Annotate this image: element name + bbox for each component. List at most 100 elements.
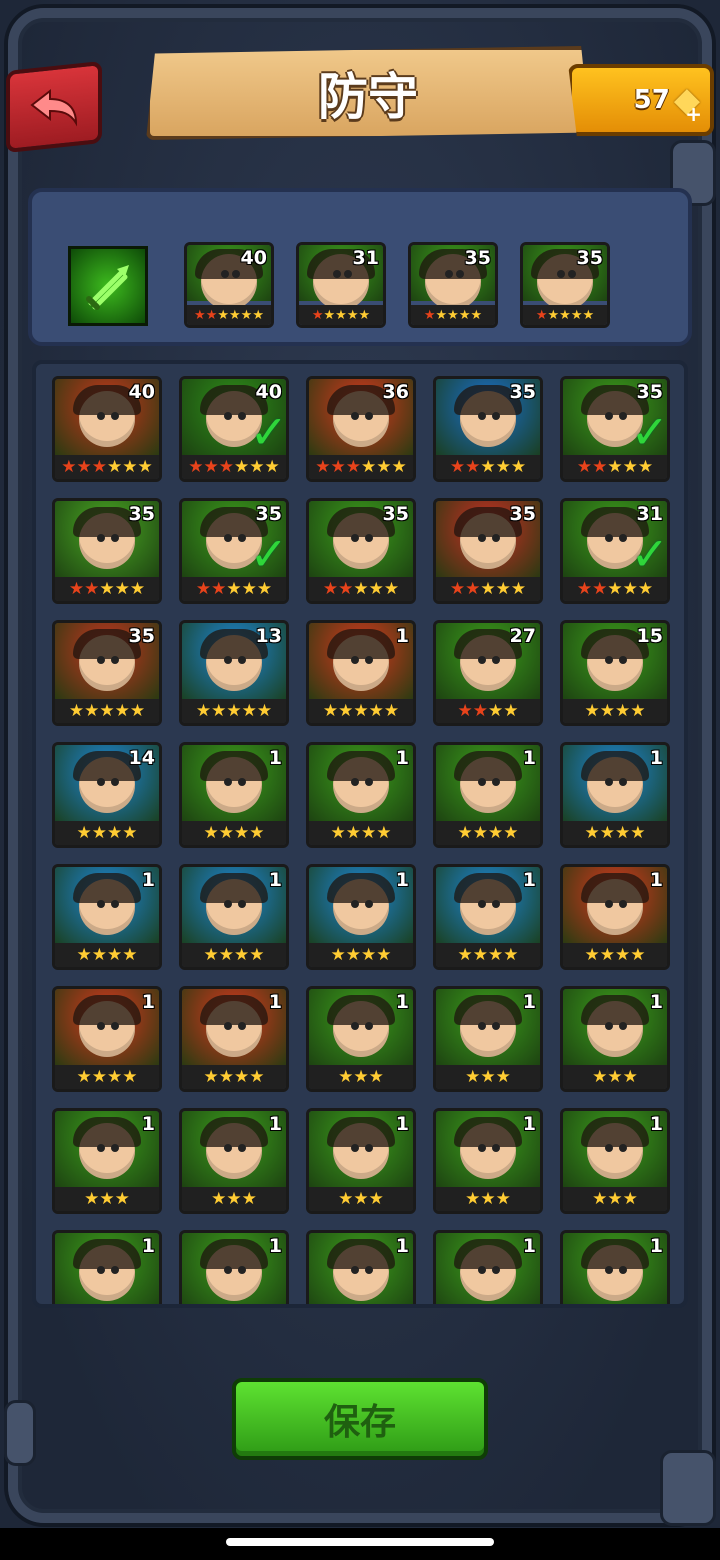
hero-hair [200, 1117, 268, 1148]
hero-stars: ★ ★ ★ ★ ★ ★ [187, 305, 271, 325]
formation-icon[interactable] [68, 246, 148, 326]
hero-hair [73, 995, 141, 1026]
hero-stars: ★ ★ ★ ★ ★ ★ [309, 455, 413, 479]
hero-stars: ★ ★ ★ ★ ★ [436, 577, 540, 601]
hero-level: 1 [141, 869, 155, 891]
hero-level: 1 [522, 869, 536, 891]
rock-decoration [4, 1400, 36, 1466]
hero-card[interactable]: 40 ★ ★ ★ ★ ★ ★ [52, 376, 162, 482]
hero-card[interactable]: 35 ★ ★ ★ ★ ★ [433, 376, 543, 482]
hero-level: 14 [128, 747, 155, 769]
hero-card[interactable]: 1 ★ ★ ★ ★ [433, 742, 543, 848]
team-slot[interactable]: 35 ★ ★ ★ ★ ★ [520, 242, 610, 328]
hero-card[interactable]: 1★★★ [306, 1108, 416, 1214]
hero-stars: ★ ★ ★ ★ [436, 943, 540, 967]
hero-card[interactable]: 1★★★ [52, 1108, 162, 1214]
hero-card[interactable]: 35 ★ ★ ★ ★ ★ ✓ [560, 376, 670, 482]
selected-check-icon: ✓ [630, 527, 669, 581]
hero-level: 1 [649, 991, 663, 1013]
hero-level: 35 [128, 625, 155, 647]
hero-level: 35 [576, 247, 603, 269]
hero-level: 1 [268, 869, 282, 891]
hero-card[interactable]: 1 ★★★ [560, 986, 670, 1092]
hero-level: 1 [395, 991, 409, 1013]
hero-hair [454, 751, 522, 782]
hero-card[interactable]: 1 ★ ★ ★ ★ [560, 864, 670, 970]
hero-roster[interactable]: 40 ★ ★ ★ ★ ★ ★ 40 ★ ★ ★ ★ ★ ★ ✓ 36 ★ ★ ★ ★ ★ ★ 35 ★ ★ ★ ★ ★ 35 ★ ★ ★ ★ ★ ✓… [32, 360, 688, 1308]
hero-card[interactable]: 1★★★ [560, 1108, 670, 1214]
hero-level: 27 [509, 625, 536, 647]
hero-level: 35 [636, 381, 663, 403]
hero-stars: ★ ★ ★ ★ [182, 821, 286, 845]
hero-card[interactable]: 1 ★ ★ ★ ★ [560, 742, 670, 848]
hero-card[interactable]: 1 ★ ★ ★ ★ [52, 986, 162, 1092]
page-title: 防守 [318, 68, 418, 126]
hero-card[interactable]: 13 ★ ★ ★ ★ ★ [179, 620, 289, 726]
hero-card[interactable]: 40 ★ ★ ★ ★ ★ ★ ✓ [179, 376, 289, 482]
team-slot[interactable]: 31 ★ ★ ★ ★ ★ [296, 242, 386, 328]
hero-eye [556, 269, 565, 278]
hero-stars: ★ ★ ★ [182, 1187, 286, 1211]
hero-card[interactable]: 27 ★ ★ ★ ★ [433, 620, 543, 726]
team-slot[interactable]: 35 ★ ★ ★ ★ ★ [408, 242, 498, 328]
hero-card[interactable]: 1 ★ ★ ★ ★ [179, 742, 289, 848]
crossed-swords-icon [86, 265, 129, 310]
hero-card[interactable]: 35 ★ ★ ★ ★ ★ ✓ [179, 498, 289, 604]
hero-card[interactable]: 31 ★ ★ ★ ★ ★ ✓ [560, 498, 670, 604]
gem-count: 57 [633, 85, 670, 115]
hero-card[interactable]: 1 ★★★ [306, 986, 416, 1092]
hero-level: 40 [240, 247, 267, 269]
hero-hair [327, 1117, 395, 1148]
hero-stars: ★ ★ ★ ★ ★ [436, 455, 540, 479]
hero-card[interactable]: 1★★★ [433, 986, 543, 1092]
team-slot[interactable]: 40 ★ ★ ★ ★ ★ ★ [184, 242, 274, 328]
hero-hair [581, 995, 649, 1026]
hero-level: 1 [395, 869, 409, 891]
hero-card[interactable]: 1 ★ ★ ★ ★ [433, 864, 543, 970]
save-button-label: 保存 [323, 1402, 396, 1443]
hero-level: 1 [649, 1235, 663, 1257]
hero-card[interactable]: 35 ★ ★ ★ ★ ★ [306, 498, 416, 604]
hero-level: 40 [128, 381, 155, 403]
hero-card[interactable]: 15 ★ ★ ★ ★ [560, 620, 670, 726]
hero-card[interactable]: 1★★★ [433, 1108, 543, 1214]
hero-card[interactable]: 36 ★ ★ ★ ★ ★ ★ [306, 376, 416, 482]
hero-level: 1 [268, 1113, 282, 1135]
hero-card[interactable]: 1★★★ [433, 1230, 543, 1304]
back-button[interactable] [6, 60, 102, 154]
hero-card[interactable]: 1 ★ ★ ★ ★ [179, 986, 289, 1092]
hero-card[interactable]: 35 ★ ★ ★ ★ ★ [52, 498, 162, 604]
hero-hair [327, 751, 395, 782]
hero-stars: ★ ★ ★ ★ ★ [309, 699, 413, 723]
hero-level: 35 [128, 503, 155, 525]
hero-card[interactable]: 1 ★ ★ ★ ★ [306, 864, 416, 970]
hero-eye [568, 269, 577, 278]
hero-stars: ★ ★ ★ [563, 1065, 667, 1089]
hero-stars: ★ ★ ★ ★ [55, 821, 159, 845]
hero-card[interactable]: 1★★★ [560, 1230, 670, 1304]
hero-card[interactable]: 1 ★ ★ ★ ★ ★ [306, 620, 416, 726]
hero-card[interactable]: 1 ★ ★ ★ ★ [179, 864, 289, 970]
hero-hair [581, 1239, 649, 1270]
hero-card[interactable]: 1★★★ [306, 1230, 416, 1304]
hero-card[interactable]: 35 ★ ★ ★ ★ ★ [433, 498, 543, 604]
hero-card[interactable]: 1 ★ ★ ★ ★ [52, 864, 162, 970]
back-arrow-icon [30, 88, 78, 127]
gem-counter[interactable]: 57 ◆ + [568, 64, 714, 136]
hero-card[interactable]: 1 ★★★ [179, 1108, 289, 1214]
hero-card[interactable]: 1★★★ [52, 1230, 162, 1304]
hero-eye [332, 269, 341, 278]
hero-card[interactable]: 1 ★ ★ ★ ★ [306, 742, 416, 848]
hero-card[interactable]: 14 ★ ★ ★ ★ [52, 742, 162, 848]
hero-card[interactable]: 1★★★ [179, 1230, 289, 1304]
hero-level: 31 [352, 247, 379, 269]
save-button[interactable]: 保存 [232, 1378, 488, 1460]
hero-card[interactable]: 35 ★ ★ ★ ★ ★ [52, 620, 162, 726]
hero-stars: ★ ★ ★ [309, 1065, 413, 1089]
home-indicator[interactable] [226, 1538, 494, 1546]
hero-hair [200, 995, 268, 1026]
plus-icon[interactable]: + [685, 102, 702, 126]
hero-level: 1 [395, 1235, 409, 1257]
hero-level: 35 [382, 503, 409, 525]
hero-hair [581, 751, 649, 782]
